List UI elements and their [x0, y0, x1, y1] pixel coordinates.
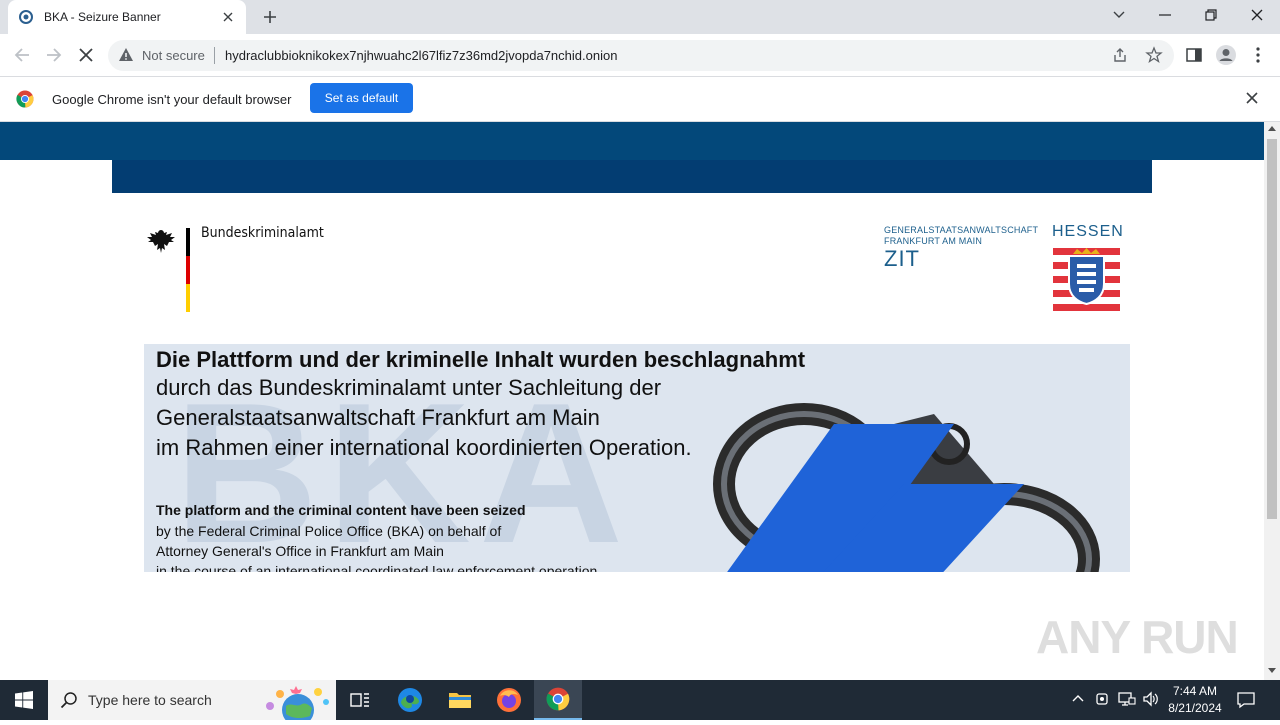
search-highlight-globe-icon — [260, 684, 332, 725]
chrome-logo-icon — [16, 90, 34, 113]
clock-date: 8/21/2024 — [1168, 701, 1222, 715]
tray-meet-icon[interactable] — [1095, 690, 1111, 713]
task-view-icon[interactable] — [336, 680, 384, 720]
forward-arrow-icon[interactable] — [42, 43, 66, 67]
anyrun-watermark: ANY RUN — [1036, 611, 1239, 663]
network-icon[interactable] — [1118, 690, 1136, 713]
warning-triangle-icon[interactable] — [118, 47, 134, 68]
gsa-logo-line1: GENERALSTAATSANWALTSCHAFT — [884, 225, 1039, 235]
close-window-icon[interactable] — [1244, 4, 1270, 26]
taskbar-search-box[interactable]: Type here to search — [48, 680, 336, 725]
address-bar[interactable]: Not secure hydraclubbioknikokex7njhwuahc… — [108, 40, 1174, 71]
windows-taskbar: Type here to search 7:44 AM 8/21/2024 — [0, 680, 1280, 725]
german-line-3: im Rahmen einer international koordinier… — [156, 435, 692, 460]
bookmark-star-icon[interactable] — [1145, 46, 1163, 69]
tab-close-icon[interactable] — [220, 9, 236, 25]
search-icon — [60, 691, 78, 714]
default-browser-infobar: Google Chrome isn't your default browser… — [0, 77, 1280, 122]
back-arrow-icon[interactable] — [10, 43, 34, 67]
tab-strip: BKA - Seizure Banner — [0, 0, 1280, 34]
scroll-thumb[interactable] — [1267, 139, 1277, 519]
address-separator — [214, 47, 215, 64]
profile-avatar-icon[interactable] — [1214, 43, 1238, 67]
restore-icon[interactable] — [1198, 4, 1224, 26]
search-placeholder: Type here to search — [88, 692, 212, 708]
handcuffs-icon — [704, 374, 1130, 572]
stop-loading-icon[interactable] — [74, 43, 98, 67]
url-text[interactable]: hydraclubbioknikokex7njhwuahc2l67lfiz7z3… — [225, 48, 617, 63]
header-blue-band — [0, 122, 1264, 160]
page-scrollbar[interactable] — [1264, 122, 1280, 680]
firefox-icon[interactable] — [485, 680, 533, 720]
taskbar-clock[interactable]: 7:44 AM 8/21/2024 — [1166, 683, 1224, 717]
set-default-button[interactable]: Set as default — [310, 83, 413, 113]
edge-browser-icon[interactable] — [386, 680, 434, 720]
english-heading: The platform and the criminal content ha… — [156, 502, 526, 518]
browser-toolbar: Not secure hydraclubbioknikokex7njhwuahc… — [0, 34, 1280, 77]
minimize-icon[interactable] — [1152, 4, 1178, 26]
tab-search-chevron-icon[interactable] — [1106, 4, 1132, 26]
infobar-message: Google Chrome isn't your default browser — [52, 92, 292, 107]
clock-time: 7:44 AM — [1172, 684, 1218, 698]
german-line-1: durch das Bundeskriminalamt unter Sachle… — [156, 375, 662, 400]
bka-logo-text: Bundeskriminalamt — [201, 225, 324, 241]
gsa-logo-line2: FRANKFURT AM MAIN — [884, 236, 983, 246]
tab-favicon-icon — [18, 9, 34, 25]
browser-tab[interactable]: BKA - Seizure Banner — [8, 0, 246, 34]
seizure-banner: BKA Die Plattform und der kriminelle Inh… — [144, 344, 1130, 572]
federal-eagle-icon — [145, 226, 177, 263]
hessen-logo-text: HESSEN — [1052, 223, 1124, 240]
german-flag-stripe — [186, 228, 190, 312]
english-line-2: Attorney General's Office in Frankfurt a… — [156, 543, 444, 559]
menu-kebab-icon[interactable] — [1246, 43, 1270, 67]
german-line-2: Generalstaatsanwaltschaft Frankfurt am M… — [156, 405, 600, 430]
share-icon[interactable] — [1112, 47, 1128, 68]
volume-icon[interactable] — [1142, 690, 1160, 713]
tab-title: BKA - Seizure Banner — [44, 10, 161, 24]
security-label[interactable]: Not secure — [142, 48, 205, 63]
notification-center-icon[interactable] — [1236, 690, 1256, 715]
new-tab-icon[interactable] — [258, 6, 282, 28]
english-line-1: by the Federal Criminal Police Office (B… — [156, 523, 502, 539]
file-explorer-icon[interactable] — [436, 680, 484, 720]
german-heading: Die Plattform und der kriminelle Inhalt … — [156, 347, 806, 372]
hessen-crest-icon — [1053, 246, 1120, 317]
infobar-close-icon[interactable] — [1246, 91, 1258, 109]
side-panel-icon[interactable] — [1182, 43, 1206, 67]
scroll-down-arrow-icon[interactable] — [1268, 668, 1276, 673]
header-blue-bar — [112, 160, 1152, 193]
english-line-3: in the course of an international coordi… — [156, 563, 602, 572]
chrome-taskbar-icon[interactable] — [534, 680, 582, 720]
tray-chevron-up-icon[interactable] — [1071, 690, 1085, 713]
page-viewport: Bundeskriminalamt GENERALSTAATSANWALTSCH… — [0, 122, 1264, 680]
scroll-up-arrow-icon[interactable] — [1268, 126, 1276, 131]
start-windows-icon[interactable] — [0, 680, 48, 720]
zit-logo-text: ZIT — [884, 246, 920, 271]
